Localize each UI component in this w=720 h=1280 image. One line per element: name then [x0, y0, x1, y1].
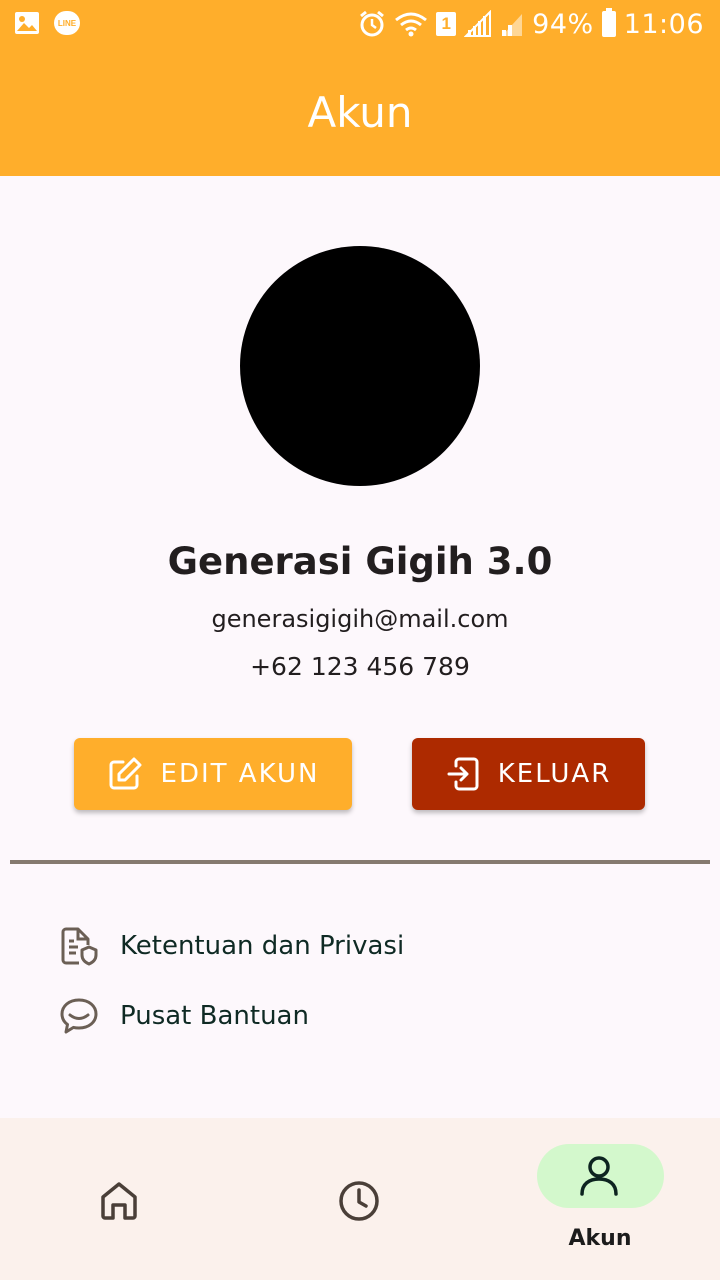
logout-button[interactable]: KELUAR	[412, 738, 645, 810]
person-icon	[576, 1152, 622, 1198]
battery-percent: 94%	[532, 8, 594, 40]
profile-email: generasigigih@mail.com	[211, 605, 509, 633]
menu-item-label: Ketentuan dan Privasi	[120, 931, 405, 961]
logout-icon	[446, 756, 480, 792]
edit-icon	[107, 756, 143, 792]
line-app-icon: LINE	[54, 11, 80, 35]
menu-item-help-center[interactable]: Pusat Bantuan	[58, 992, 309, 1040]
nav-history[interactable]	[240, 1118, 480, 1280]
status-bar: LINE 1 94% 11:06	[0, 0, 720, 50]
bottom-navigation: Akun	[0, 1118, 720, 1280]
clock-icon	[336, 1178, 382, 1224]
menu-item-label: Pusat Bantuan	[120, 1001, 309, 1031]
logout-label: KELUAR	[497, 759, 612, 789]
image-icon	[14, 11, 40, 35]
nav-home[interactable]	[0, 1118, 240, 1280]
menu-item-terms-privacy[interactable]: Ketentuan dan Privasi	[58, 922, 404, 970]
profile-phone: +62 123 456 789	[250, 652, 470, 681]
top-app-bar: LINE 1 94% 11:06 Akun	[0, 0, 720, 176]
alarm-icon	[358, 10, 386, 38]
edit-account-label: EDIT AKUN	[160, 759, 320, 789]
wifi-icon	[394, 11, 428, 37]
page-title: Akun	[307, 88, 413, 137]
document-shield-icon	[58, 925, 100, 967]
sim-icon: 1	[436, 12, 457, 36]
nav-account[interactable]: Akun	[480, 1118, 720, 1280]
battery-icon	[601, 8, 616, 37]
chat-bubble-icon	[58, 995, 100, 1037]
avatar	[240, 246, 480, 486]
nav-account-label: Akun	[568, 1226, 632, 1251]
clock-time: 11:06	[623, 8, 704, 40]
profile-name: Generasi Gigih 3.0	[167, 540, 553, 583]
edit-account-button[interactable]: EDIT AKUN	[74, 738, 352, 810]
signal-icon	[464, 10, 492, 38]
divider	[10, 860, 710, 864]
signal-2-icon	[500, 10, 524, 38]
home-icon	[96, 1178, 142, 1224]
